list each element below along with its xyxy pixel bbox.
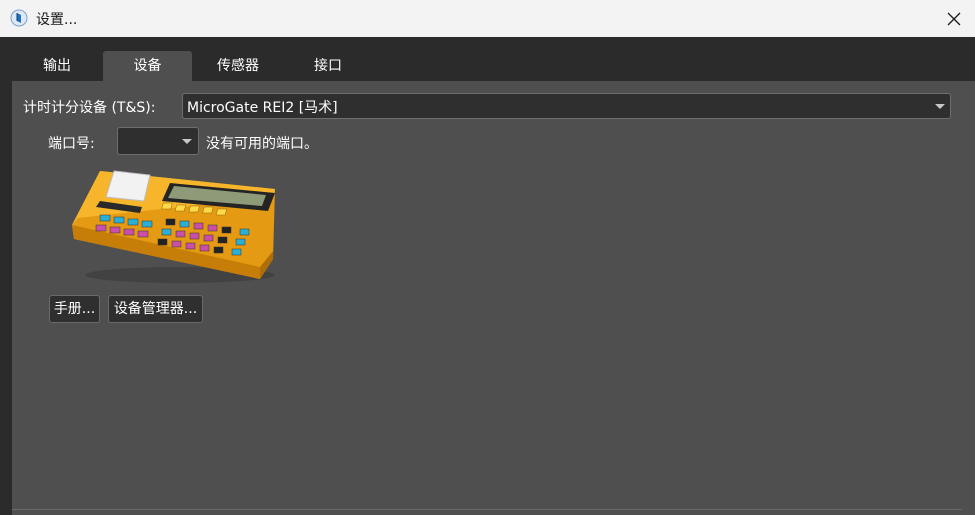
device-manager-button[interactable]: 设备管理器...: [108, 295, 203, 323]
tab-interface[interactable]: 接口: [283, 51, 373, 81]
divider: [12, 509, 962, 510]
close-button[interactable]: [938, 6, 970, 32]
tab-output[interactable]: 输出: [12, 51, 102, 81]
manual-button[interactable]: 手册...: [49, 295, 100, 323]
timing-device-label: 计时计分设备 (T&S):: [23, 100, 156, 116]
window-title: 设置...: [36, 12, 78, 28]
title-bar: 设置...: [0, 0, 975, 37]
port-label: 端口号:: [48, 136, 95, 152]
port-select[interactable]: [117, 127, 199, 155]
tab-sensor[interactable]: 传感器: [193, 51, 283, 81]
timing-device-select[interactable]: MicroGate REI2 [马术]: [182, 93, 951, 119]
timing-device-value: MicroGate REI2 [马术]: [187, 100, 338, 116]
close-icon: [947, 12, 961, 26]
chevron-down-icon: [182, 139, 192, 144]
timing-device-image: [72, 170, 275, 283]
tab-device[interactable]: 设备: [103, 51, 192, 81]
chevron-down-icon: [935, 104, 945, 109]
port-status-text: 没有可用的端口。: [206, 136, 318, 152]
app-icon: [10, 9, 28, 27]
